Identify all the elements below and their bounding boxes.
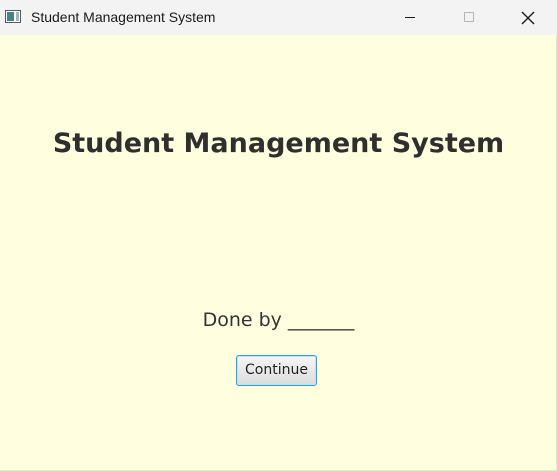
close-button[interactable] bbox=[505, 0, 551, 35]
maximize-icon bbox=[464, 12, 474, 22]
app-icon-pane bbox=[7, 12, 14, 21]
close-icon bbox=[521, 11, 535, 25]
app-window: Student Management System Student Manage… bbox=[0, 0, 557, 471]
window-title: Student Management System bbox=[31, 9, 216, 25]
app-icon bbox=[5, 10, 21, 23]
title-bar[interactable]: Student Management System bbox=[0, 0, 557, 35]
page-title: Student Management System bbox=[52, 128, 505, 159]
minimize-button[interactable] bbox=[387, 0, 433, 35]
maximize-button[interactable] bbox=[446, 0, 492, 35]
continue-button[interactable]: Continue bbox=[236, 355, 317, 386]
app-icon-strip bbox=[16, 12, 19, 21]
minimize-icon bbox=[405, 17, 415, 18]
credits-label: Done by _______ bbox=[202, 309, 355, 331]
